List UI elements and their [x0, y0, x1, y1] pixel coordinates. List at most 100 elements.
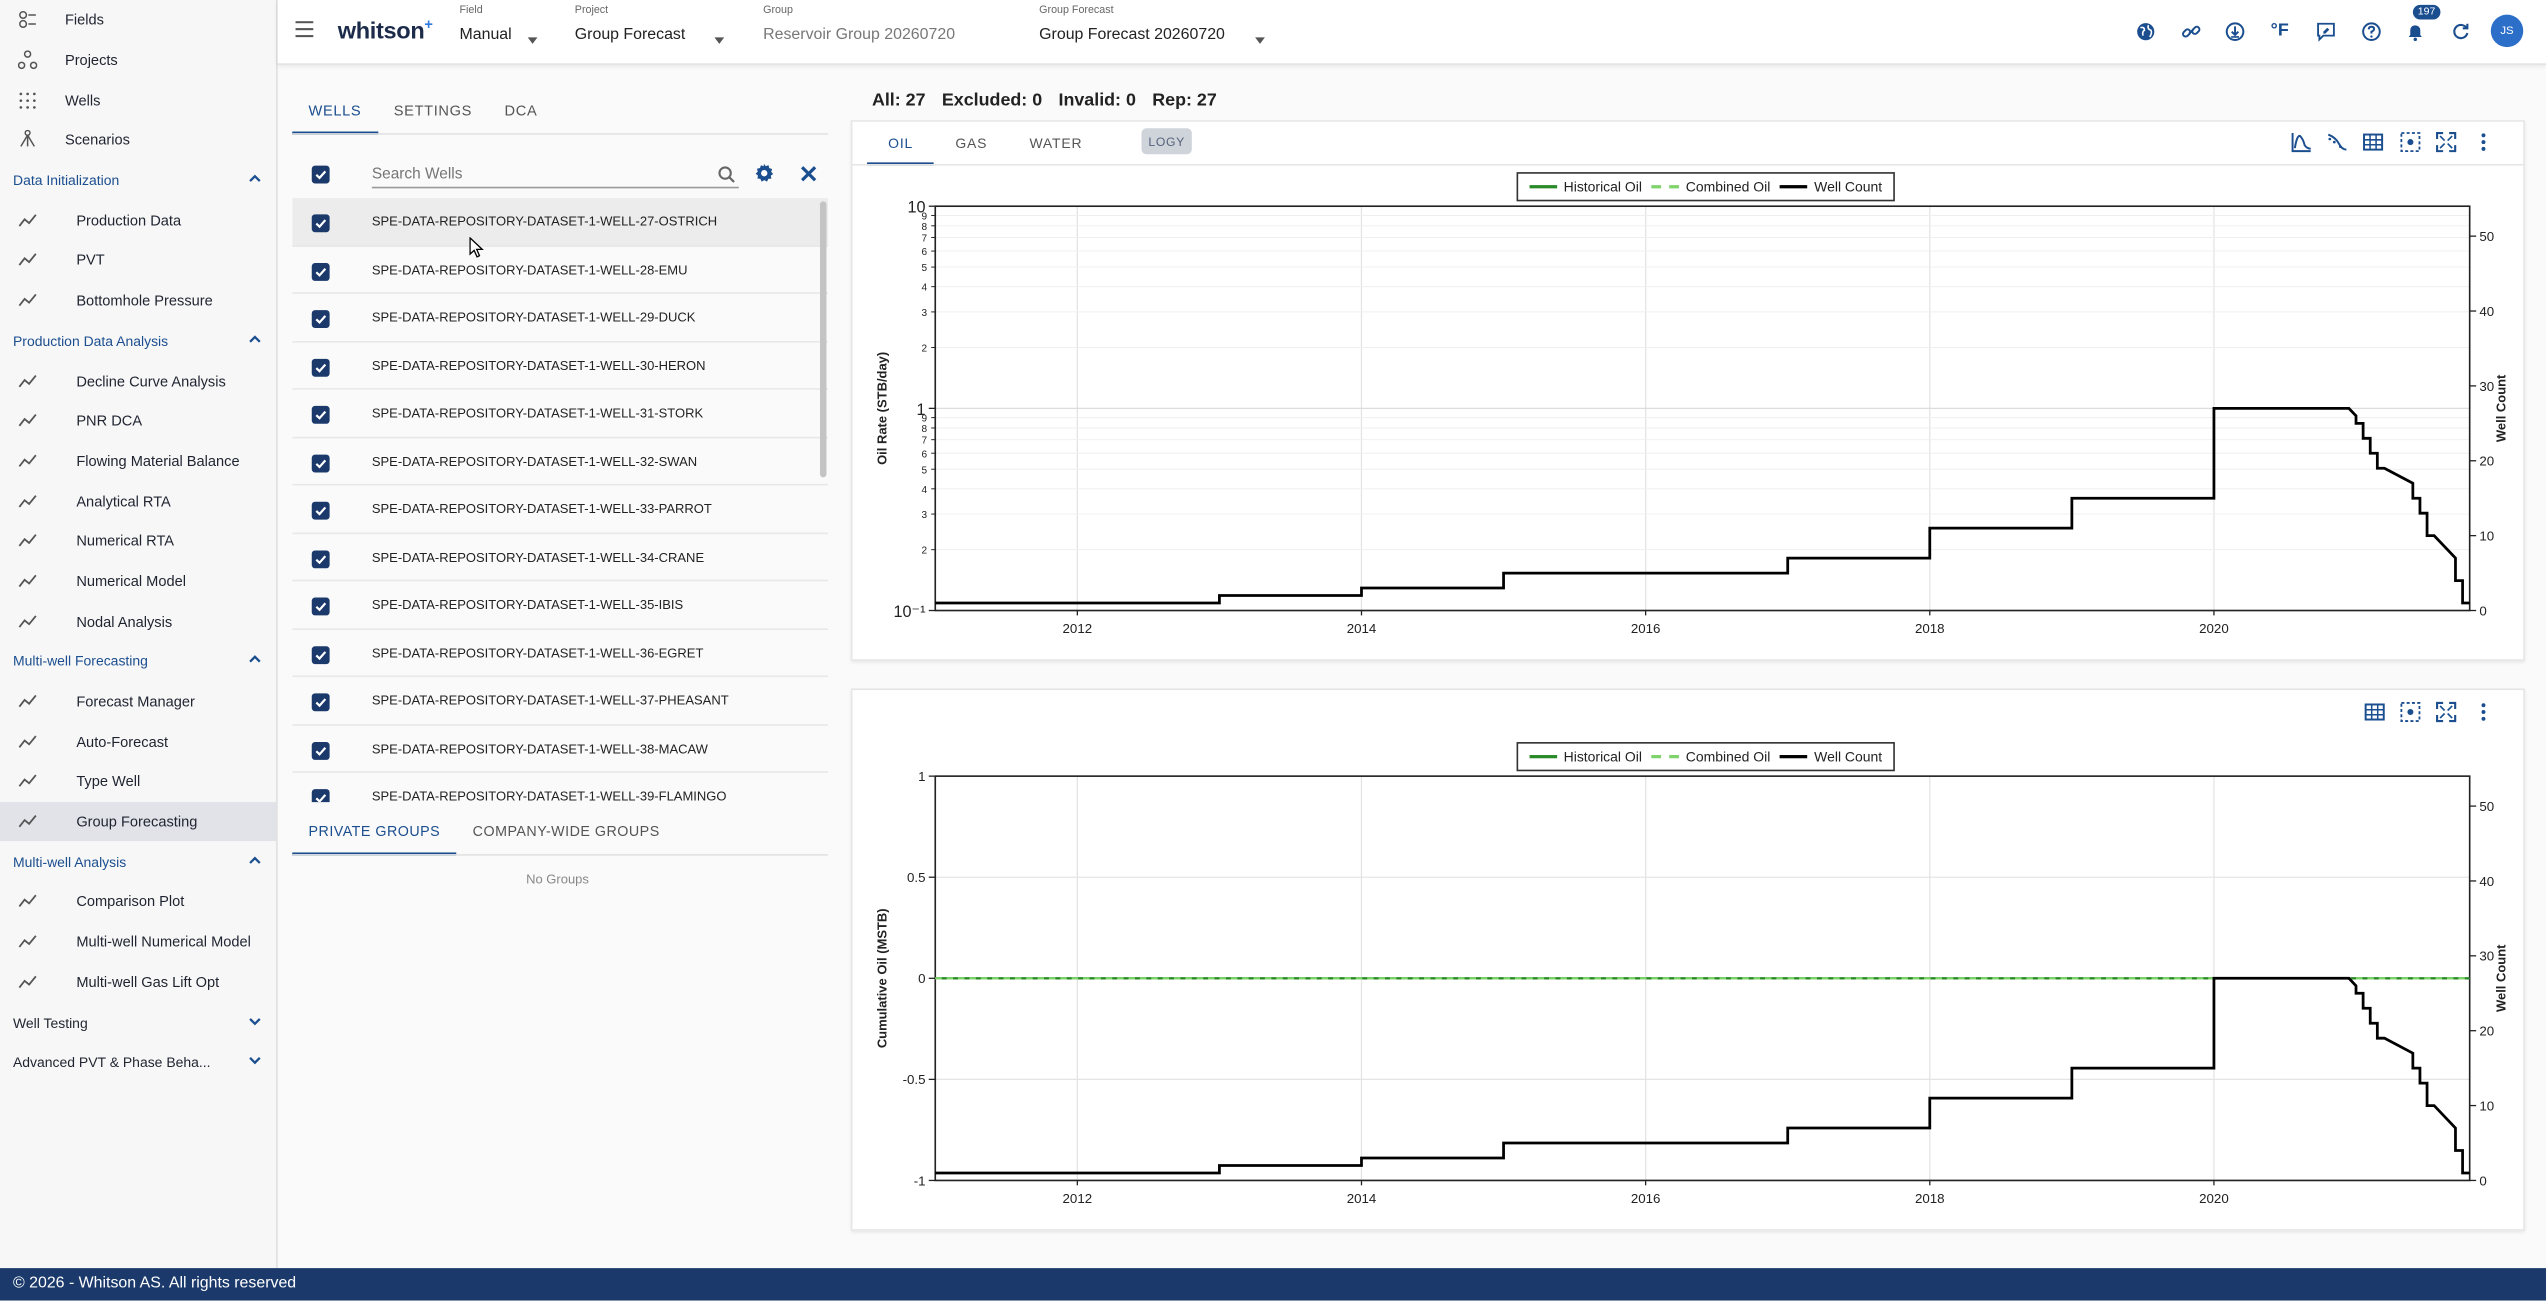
- select-all-checkbox[interactable]: [311, 165, 330, 184]
- table-icon[interactable]: [2363, 132, 2384, 153]
- well-row[interactable]: SPE-DATA-REPOSITORY-DATASET-1-WELL-33-PA…: [292, 485, 829, 534]
- field-selector[interactable]: Field Manual: [460, 5, 538, 44]
- tab-gas[interactable]: GAS: [934, 123, 1008, 165]
- well-row[interactable]: SPE-DATA-REPOSITORY-DATASET-1-WELL-29-DU…: [292, 294, 829, 342]
- sidebar-item-pvt[interactable]: PVT: [0, 241, 276, 281]
- well-checkbox[interactable]: [311, 262, 330, 281]
- download-icon[interactable]: [2221, 18, 2247, 44]
- well-checkbox[interactable]: [311, 405, 330, 424]
- well-checkbox[interactable]: [311, 453, 330, 472]
- sidebar-item-flowing-material-balance[interactable]: Flowing Material Balance: [0, 441, 276, 481]
- sidebar-item-label: Projects: [64, 52, 118, 69]
- more-vertical-icon[interactable]: [2473, 701, 2494, 722]
- logy-toggle[interactable]: LOGY: [1141, 128, 1192, 155]
- close-icon[interactable]: [800, 166, 817, 182]
- sidebar-item-wells[interactable]: Wells: [0, 80, 276, 120]
- project-selector[interactable]: Project Group Forecast: [574, 4, 725, 44]
- trend-line-icon[interactable]: [2327, 132, 2348, 153]
- gear-icon[interactable]: [753, 162, 774, 183]
- scatter-select-icon[interactable]: [2400, 701, 2421, 722]
- well-row[interactable]: SPE-DATA-REPOSITORY-DATASET-1-WELL-39-FL…: [292, 773, 828, 803]
- well-row[interactable]: SPE-DATA-REPOSITORY-DATASET-1-WELL-37-PH…: [292, 677, 829, 725]
- search-wells-input[interactable]: [371, 160, 739, 189]
- user-avatar[interactable]: JS: [2490, 14, 2524, 48]
- well-row[interactable]: SPE-DATA-REPOSITORY-DATASET-1-WELL-32-SW…: [292, 438, 829, 486]
- tab-private-groups[interactable]: PRIVATE GROUPS: [292, 815, 457, 856]
- sidebar-item-forecast-manager[interactable]: Forecast Manager: [0, 681, 276, 721]
- sidebar-section-multi-well-forecasting[interactable]: Multi-well Forecasting: [0, 641, 276, 681]
- well-row[interactable]: SPE-DATA-REPOSITORY-DATASET-1-WELL-35-IB…: [292, 581, 829, 630]
- tab-water[interactable]: WATER: [1008, 123, 1103, 165]
- sidebar-section-production-data-analysis[interactable]: Production Data Analysis: [0, 321, 276, 361]
- sidebar-section-multi-well-analysis[interactable]: Multi-well Analysis: [0, 842, 276, 882]
- well-checkbox[interactable]: [311, 597, 330, 616]
- tab-company-wide-groups[interactable]: COMPANY-WIDE GROUPS: [456, 815, 676, 856]
- well-row[interactable]: SPE-DATA-REPOSITORY-DATASET-1-WELL-27-OS…: [292, 198, 829, 246]
- sidebar-item-analytical-rta[interactable]: Analytical RTA: [0, 481, 276, 521]
- fullscreen-icon[interactable]: [2436, 701, 2457, 723]
- y-tick-label: 1: [918, 769, 925, 784]
- sidebar-item-pnr-dca[interactable]: PNR DCA: [0, 401, 276, 441]
- tab-dca[interactable]: DCA: [488, 93, 553, 135]
- group-selector[interactable]: Group Reservoir Group 20260720: [763, 5, 955, 44]
- search-icon[interactable]: [718, 166, 736, 184]
- y2-axis-label: Well Count: [2493, 944, 2508, 1012]
- well-row[interactable]: SPE-DATA-REPOSITORY-DATASET-1-WELL-28-EM…: [292, 246, 829, 294]
- sidebar-item-comparison-plot[interactable]: Comparison Plot: [0, 882, 276, 922]
- scatter-select-icon[interactable]: [2400, 132, 2421, 153]
- sidebar-item-auto-forecast[interactable]: Auto-Forecast: [0, 722, 276, 762]
- globe-icon[interactable]: [2132, 18, 2158, 44]
- tab-oil[interactable]: OIL: [867, 123, 935, 166]
- sidebar-item-group-forecasting[interactable]: Group Forecasting: [0, 801, 277, 842]
- sidebar-item-fields[interactable]: Fields: [0, 0, 276, 40]
- sidebar-item-bottomhole-pressure[interactable]: Bottomhole Pressure: [0, 281, 276, 321]
- sidebar-item-decline-curve-analysis[interactable]: Decline Curve Analysis: [0, 361, 276, 401]
- well-checkbox[interactable]: [311, 501, 330, 520]
- link-icon[interactable]: [2177, 18, 2203, 44]
- sidebar-section-well-testing[interactable]: Well Testing: [0, 1002, 276, 1042]
- well-checkbox[interactable]: [311, 789, 330, 803]
- menu-icon[interactable]: [295, 21, 314, 38]
- sidebar-item-production-data[interactable]: Production Data: [0, 200, 276, 240]
- notifications-bell-icon[interactable]: 197: [2401, 4, 2441, 44]
- well-checkbox[interactable]: [311, 549, 330, 568]
- x-tick-label: 2020: [2199, 621, 2229, 636]
- sidebar-item-type-well[interactable]: Type Well: [0, 762, 276, 802]
- help-icon[interactable]: [2358, 18, 2384, 44]
- sidebar-item-multi-well-numerical-model[interactable]: Multi-well Numerical Model: [0, 922, 276, 962]
- sidebar-item-scenarios[interactable]: Scenarios: [0, 120, 276, 160]
- table-icon[interactable]: [2364, 701, 2385, 722]
- sidebar-item-label: Wells: [64, 92, 101, 109]
- well-checkbox[interactable]: [311, 214, 330, 233]
- sidebar-item-numerical-model[interactable]: Numerical Model: [0, 561, 276, 601]
- well-row[interactable]: SPE-DATA-REPOSITORY-DATASET-1-WELL-36-EG…: [292, 629, 829, 678]
- sidebar-item-numerical-rta[interactable]: Numerical RTA: [0, 521, 276, 561]
- more-vertical-icon[interactable]: [2473, 132, 2494, 153]
- sidebar-section-data-initialization[interactable]: Data Initialization: [0, 160, 276, 200]
- sidebar-item-projects[interactable]: Projects: [0, 40, 276, 80]
- tab-settings[interactable]: SETTINGS: [378, 93, 489, 135]
- sidebar-item-multi-well-gas-lift-opt[interactable]: Multi-well Gas Lift Opt: [0, 962, 276, 1002]
- well-checkbox[interactable]: [311, 693, 330, 712]
- refresh-icon[interactable]: [2447, 18, 2473, 44]
- decline-curve-icon[interactable]: [2291, 132, 2312, 153]
- tab-wells[interactable]: WELLS: [292, 93, 378, 135]
- group-forecast-selector[interactable]: Group Forecast Group Forecast 20260720: [1039, 5, 1265, 44]
- whitson-logo[interactable]: whitson+: [338, 16, 433, 45]
- well-checkbox[interactable]: [311, 741, 330, 760]
- well-row[interactable]: SPE-DATA-REPOSITORY-DATASET-1-WELL-34-CR…: [292, 533, 829, 582]
- well-list-scrollbar[interactable]: [819, 201, 827, 478]
- fahrenheit-icon[interactable]: °F: [2267, 18, 2293, 44]
- sidebar-section-advanced-pvt-phase-beha[interactable]: Advanced PVT & Phase Beha...: [0, 1042, 276, 1082]
- well-row[interactable]: SPE-DATA-REPOSITORY-DATASET-1-WELL-38-MA…: [292, 725, 829, 773]
- well-checkbox[interactable]: [311, 310, 330, 328]
- fullscreen-icon[interactable]: [2436, 131, 2457, 153]
- well-checkbox[interactable]: [311, 645, 330, 664]
- sidebar-item-nodal-analysis[interactable]: Nodal Analysis: [0, 601, 276, 641]
- project-caption: Project: [574, 4, 609, 17]
- well-checkbox[interactable]: [311, 358, 330, 376]
- wells-icon: [16, 90, 37, 111]
- feedback-icon[interactable]: [2312, 18, 2338, 44]
- well-row[interactable]: SPE-DATA-REPOSITORY-DATASET-1-WELL-31-ST…: [292, 390, 829, 438]
- well-row[interactable]: SPE-DATA-REPOSITORY-DATASET-1-WELL-30-HE…: [292, 342, 829, 390]
